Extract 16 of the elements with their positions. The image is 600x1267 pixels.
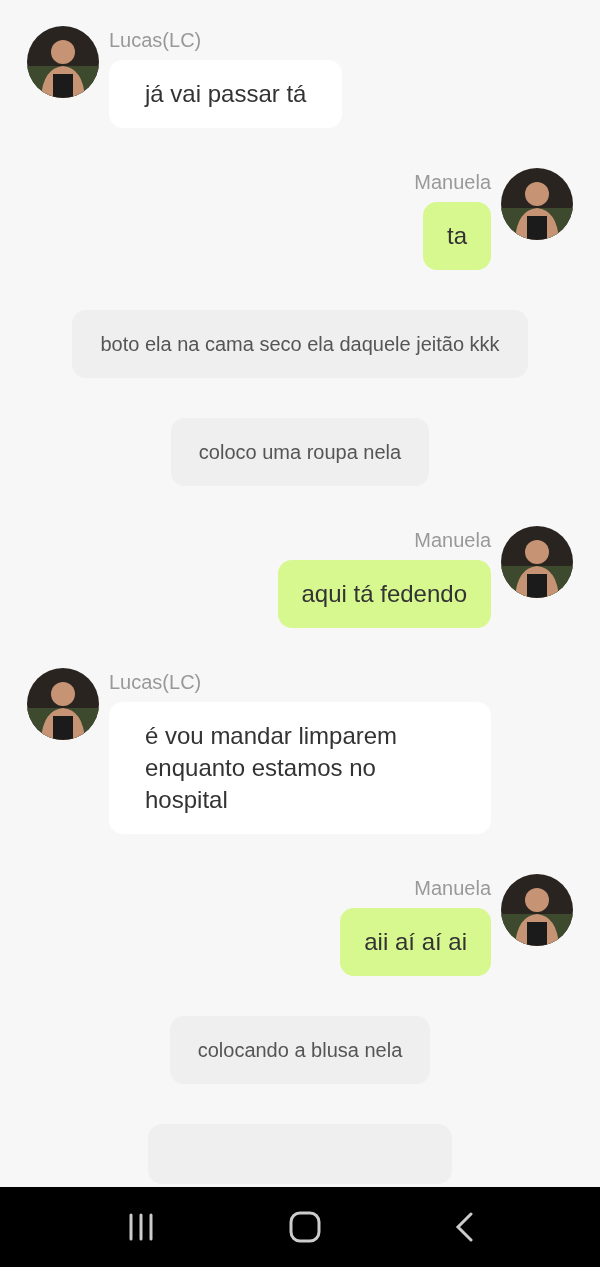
message-bubble: já vai passar tá (109, 60, 343, 128)
message-bubble: ta (423, 202, 491, 270)
home-icon[interactable] (289, 1211, 321, 1243)
sender-name: Manuela (414, 529, 491, 552)
sender-name: Manuela (414, 877, 491, 900)
sender-name: Lucas(LC) (109, 29, 202, 52)
narration-bubble: colocando a blusa nela (169, 1016, 431, 1084)
sender-name: Manuela (414, 171, 491, 194)
narration-bubble: boto ela na cama seco ela daquele jeitão kkk (72, 310, 528, 378)
back-icon[interactable] (455, 1212, 473, 1242)
message-bubble: aii aí aí ai (340, 908, 491, 976)
message-bubble: aqui tá fedendo (277, 560, 491, 628)
sender-name: Lucas(LC) (109, 671, 202, 694)
message-bubble: é vou mandar limparem enquanto estamos no hospital (109, 702, 491, 834)
narration-bubble: coloco uma roupa nela (170, 418, 430, 486)
recent-apps-icon[interactable] (127, 1213, 155, 1241)
